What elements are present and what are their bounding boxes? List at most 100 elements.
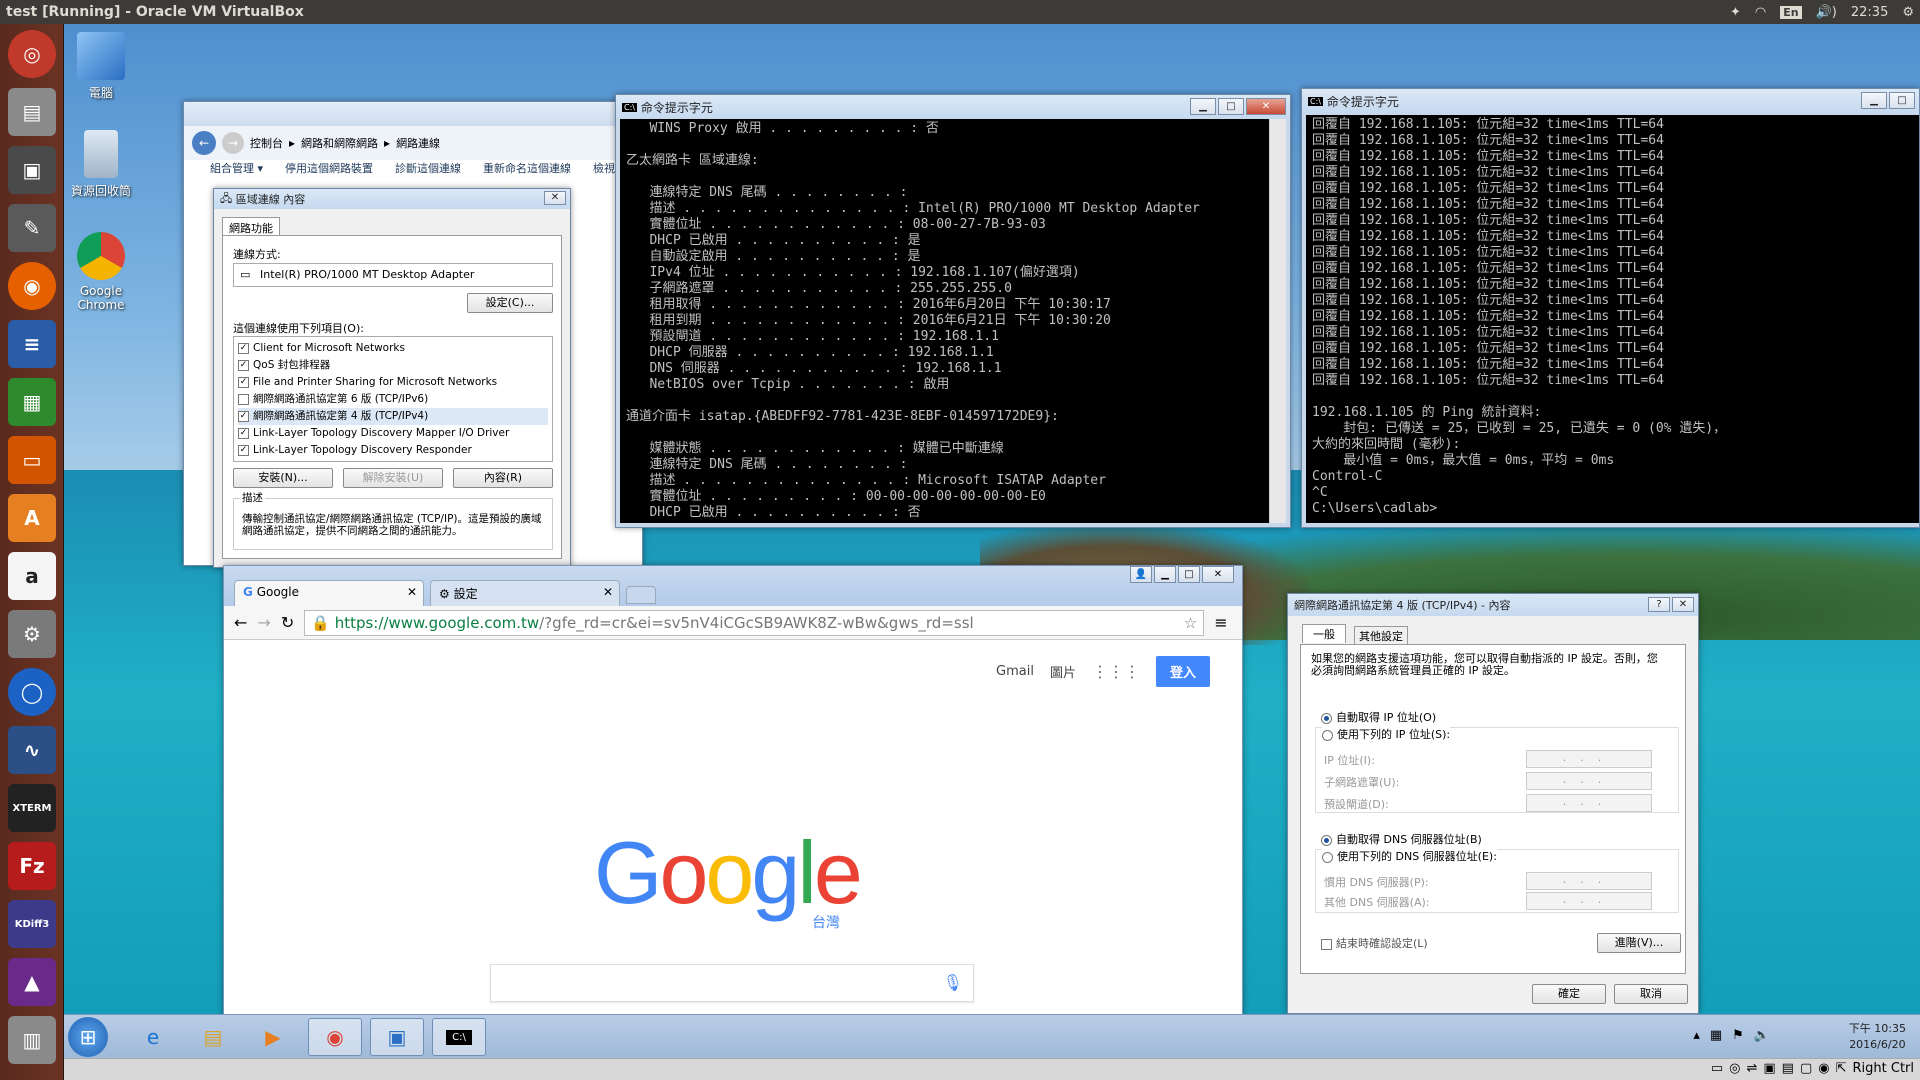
- ok-button[interactable]: 確定: [1532, 984, 1606, 1004]
- diagnose-button[interactable]: 診斷這個連線: [395, 160, 461, 180]
- desktop-icon-chrome[interactable]: Google Chrome: [56, 232, 146, 312]
- maximize-button[interactable]: □: [1178, 566, 1200, 583]
- rename-button[interactable]: 重新命名這個連線: [483, 160, 571, 180]
- writer-icon[interactable]: ≡: [8, 320, 56, 368]
- close-button[interactable]: ✕: [1202, 566, 1234, 583]
- gear-icon[interactable]: ⚙: [1902, 5, 1914, 20]
- minimize-button[interactable]: ▁: [1190, 98, 1216, 115]
- list-item[interactable]: ✓ File and Printer Sharing for Microsoft …: [238, 374, 548, 391]
- organize-button[interactable]: 組合管理 ▾: [210, 160, 263, 180]
- alternate-dns-field[interactable]: ...: [1526, 892, 1652, 910]
- desktop-icon-computer[interactable]: 電腦: [56, 32, 146, 101]
- chromium-icon[interactable]: ◯: [8, 668, 56, 716]
- close-tab-icon[interactable]: ✕: [407, 585, 417, 599]
- desktop-icon-recycle-bin[interactable]: 資源回收筒: [56, 130, 146, 199]
- hdd-icon[interactable]: ▭: [1711, 1061, 1723, 1076]
- folder-icon[interactable]: ▤: [186, 1018, 240, 1056]
- disable-device-button[interactable]: 停用這個網路裝置: [285, 160, 373, 180]
- breadcrumb-3[interactable]: 網路連線: [396, 135, 440, 151]
- wifi-icon[interactable]: ◠: [1755, 5, 1766, 20]
- network-tray-icon[interactable]: ▦: [1710, 1028, 1722, 1043]
- manual-ip-radio[interactable]: 使用下列的 IP 位址(S):: [1322, 726, 1451, 742]
- display-icon[interactable]: ▢: [1800, 1061, 1812, 1076]
- ie-icon[interactable]: e: [126, 1018, 180, 1056]
- close-tab-icon[interactable]: ✕: [603, 585, 613, 599]
- list-item[interactable]: ✓ Link-Layer Topology Discovery Mapper I/…: [238, 425, 548, 442]
- maximize-button[interactable]: □: [1889, 92, 1915, 109]
- checkbox[interactable]: ✓: [238, 444, 249, 456]
- forward-icon[interactable]: →: [222, 132, 244, 154]
- auto-ip-radio[interactable]: 自動取得 IP 位址(O): [1321, 709, 1436, 725]
- advanced-button[interactable]: 進階(V)...: [1597, 933, 1681, 953]
- app-icon[interactable]: ▲: [8, 958, 56, 1006]
- kdiff3-icon[interactable]: KDiff3: [8, 900, 56, 948]
- checkbox[interactable]: ✓: [238, 376, 249, 388]
- dropbox-icon[interactable]: ✦: [1730, 5, 1741, 20]
- tray-expand-icon[interactable]: ▴: [1693, 1028, 1700, 1043]
- maximize-button[interactable]: □: [1218, 98, 1244, 115]
- close-button[interactable]: ✕: [1246, 98, 1286, 115]
- reload-icon[interactable]: ↻: [281, 613, 294, 632]
- configure-button[interactable]: 設定(C)...: [467, 293, 553, 313]
- optical-drive-icon[interactable]: ◎: [1729, 1061, 1740, 1076]
- checkbox[interactable]: ✓: [238, 359, 249, 371]
- chrome-taskbar-button[interactable]: ◉: [308, 1018, 362, 1056]
- tab-general[interactable]: 一般: [1302, 624, 1346, 643]
- microphone-icon[interactable]: 🎙: [943, 973, 963, 992]
- flag-icon[interactable]: ⚑: [1732, 1028, 1744, 1043]
- filezilla-icon[interactable]: Fz: [8, 842, 56, 890]
- validate-checkbox[interactable]: 結束時確認設定(L): [1321, 935, 1428, 951]
- preferred-dns-field[interactable]: ...: [1526, 872, 1652, 890]
- xterm-icon[interactable]: XTERM: [8, 784, 56, 832]
- omnibox[interactable]: 🔒 https://www.google.com.tw/?gfe_rd=cr&e…: [304, 609, 1205, 636]
- clock[interactable]: 22:35: [1851, 5, 1888, 20]
- forward-icon[interactable]: →: [257, 613, 270, 632]
- amazon-icon[interactable]: a: [8, 552, 56, 600]
- subnet-mask-field[interactable]: ...: [1526, 772, 1652, 790]
- capture-icon[interactable]: ◉: [1818, 1061, 1829, 1076]
- new-tab-button[interactable]: [626, 586, 656, 604]
- firefox-icon[interactable]: ◉: [8, 262, 56, 310]
- volume-icon[interactable]: 🔊): [1816, 5, 1837, 20]
- control-panel-taskbar-button[interactable]: ▣: [370, 1018, 424, 1056]
- menu-icon[interactable]: ≡: [1214, 613, 1227, 632]
- mouse-integration-icon[interactable]: ⇱: [1836, 1061, 1847, 1076]
- cmd-taskbar-button[interactable]: C:\: [432, 1018, 486, 1056]
- sign-in-button[interactable]: 登入: [1155, 656, 1210, 687]
- media-player-icon[interactable]: ▶: [246, 1018, 300, 1056]
- checkbox[interactable]: ✓: [238, 427, 249, 439]
- start-button[interactable]: ⊞: [68, 1017, 108, 1057]
- properties-button[interactable]: 內容(R): [453, 468, 553, 488]
- help-button[interactable]: ?: [1648, 597, 1670, 612]
- ip-address-field[interactable]: ...: [1526, 750, 1652, 768]
- checkbox[interactable]: ✓: [238, 342, 249, 354]
- profile-icon[interactable]: 👤: [1130, 566, 1152, 583]
- list-item[interactable]: ✓ Client for Microsoft Networks: [238, 340, 548, 357]
- auto-dns-radio[interactable]: 自動取得 DNS 伺服器位址(B): [1321, 831, 1482, 847]
- shared-folder-icon[interactable]: ▤: [1782, 1061, 1794, 1076]
- close-button[interactable]: ✕: [1672, 597, 1694, 612]
- system-monitor-icon[interactable]: ∿: [8, 726, 56, 774]
- trash-icon[interactable]: ▥: [8, 1016, 56, 1064]
- back-icon[interactable]: ←: [192, 131, 216, 155]
- breadcrumb-1[interactable]: 控制台: [250, 135, 283, 151]
- apps-icon[interactable]: ⋮⋮⋮: [1092, 662, 1140, 681]
- checkbox[interactable]: ✓: [238, 410, 249, 422]
- network-adapter-icon[interactable]: ▣: [1763, 1061, 1775, 1076]
- cmd2-console[interactable]: 回覆自 192.168.1.105: 位元組=32 time<1ms TTL=6…: [1306, 115, 1919, 523]
- star-icon[interactable]: ☆: [1184, 611, 1197, 635]
- install-button[interactable]: 安裝(N)...: [233, 468, 333, 488]
- back-icon[interactable]: ←: [234, 613, 247, 632]
- scrollbar[interactable]: [1269, 119, 1286, 523]
- settings-icon[interactable]: ⚙: [8, 610, 56, 658]
- images-link[interactable]: 圖片: [1050, 662, 1076, 681]
- close-button[interactable]: ✕: [544, 191, 566, 205]
- minimize-button[interactable]: ▁: [1861, 92, 1887, 109]
- software-center-icon[interactable]: A: [8, 494, 56, 542]
- taskbar-clock[interactable]: 下午 10:35 2016/6/20: [1849, 1021, 1906, 1053]
- list-item[interactable]: 網際網路通訊協定第 6 版 (TCP/IPv6): [238, 391, 548, 408]
- usb-icon[interactable]: ⇌: [1746, 1061, 1757, 1076]
- minimize-button[interactable]: ▁: [1154, 566, 1176, 583]
- gateway-field[interactable]: ...: [1526, 794, 1652, 812]
- ubuntu-dash-icon[interactable]: ◎: [8, 30, 56, 78]
